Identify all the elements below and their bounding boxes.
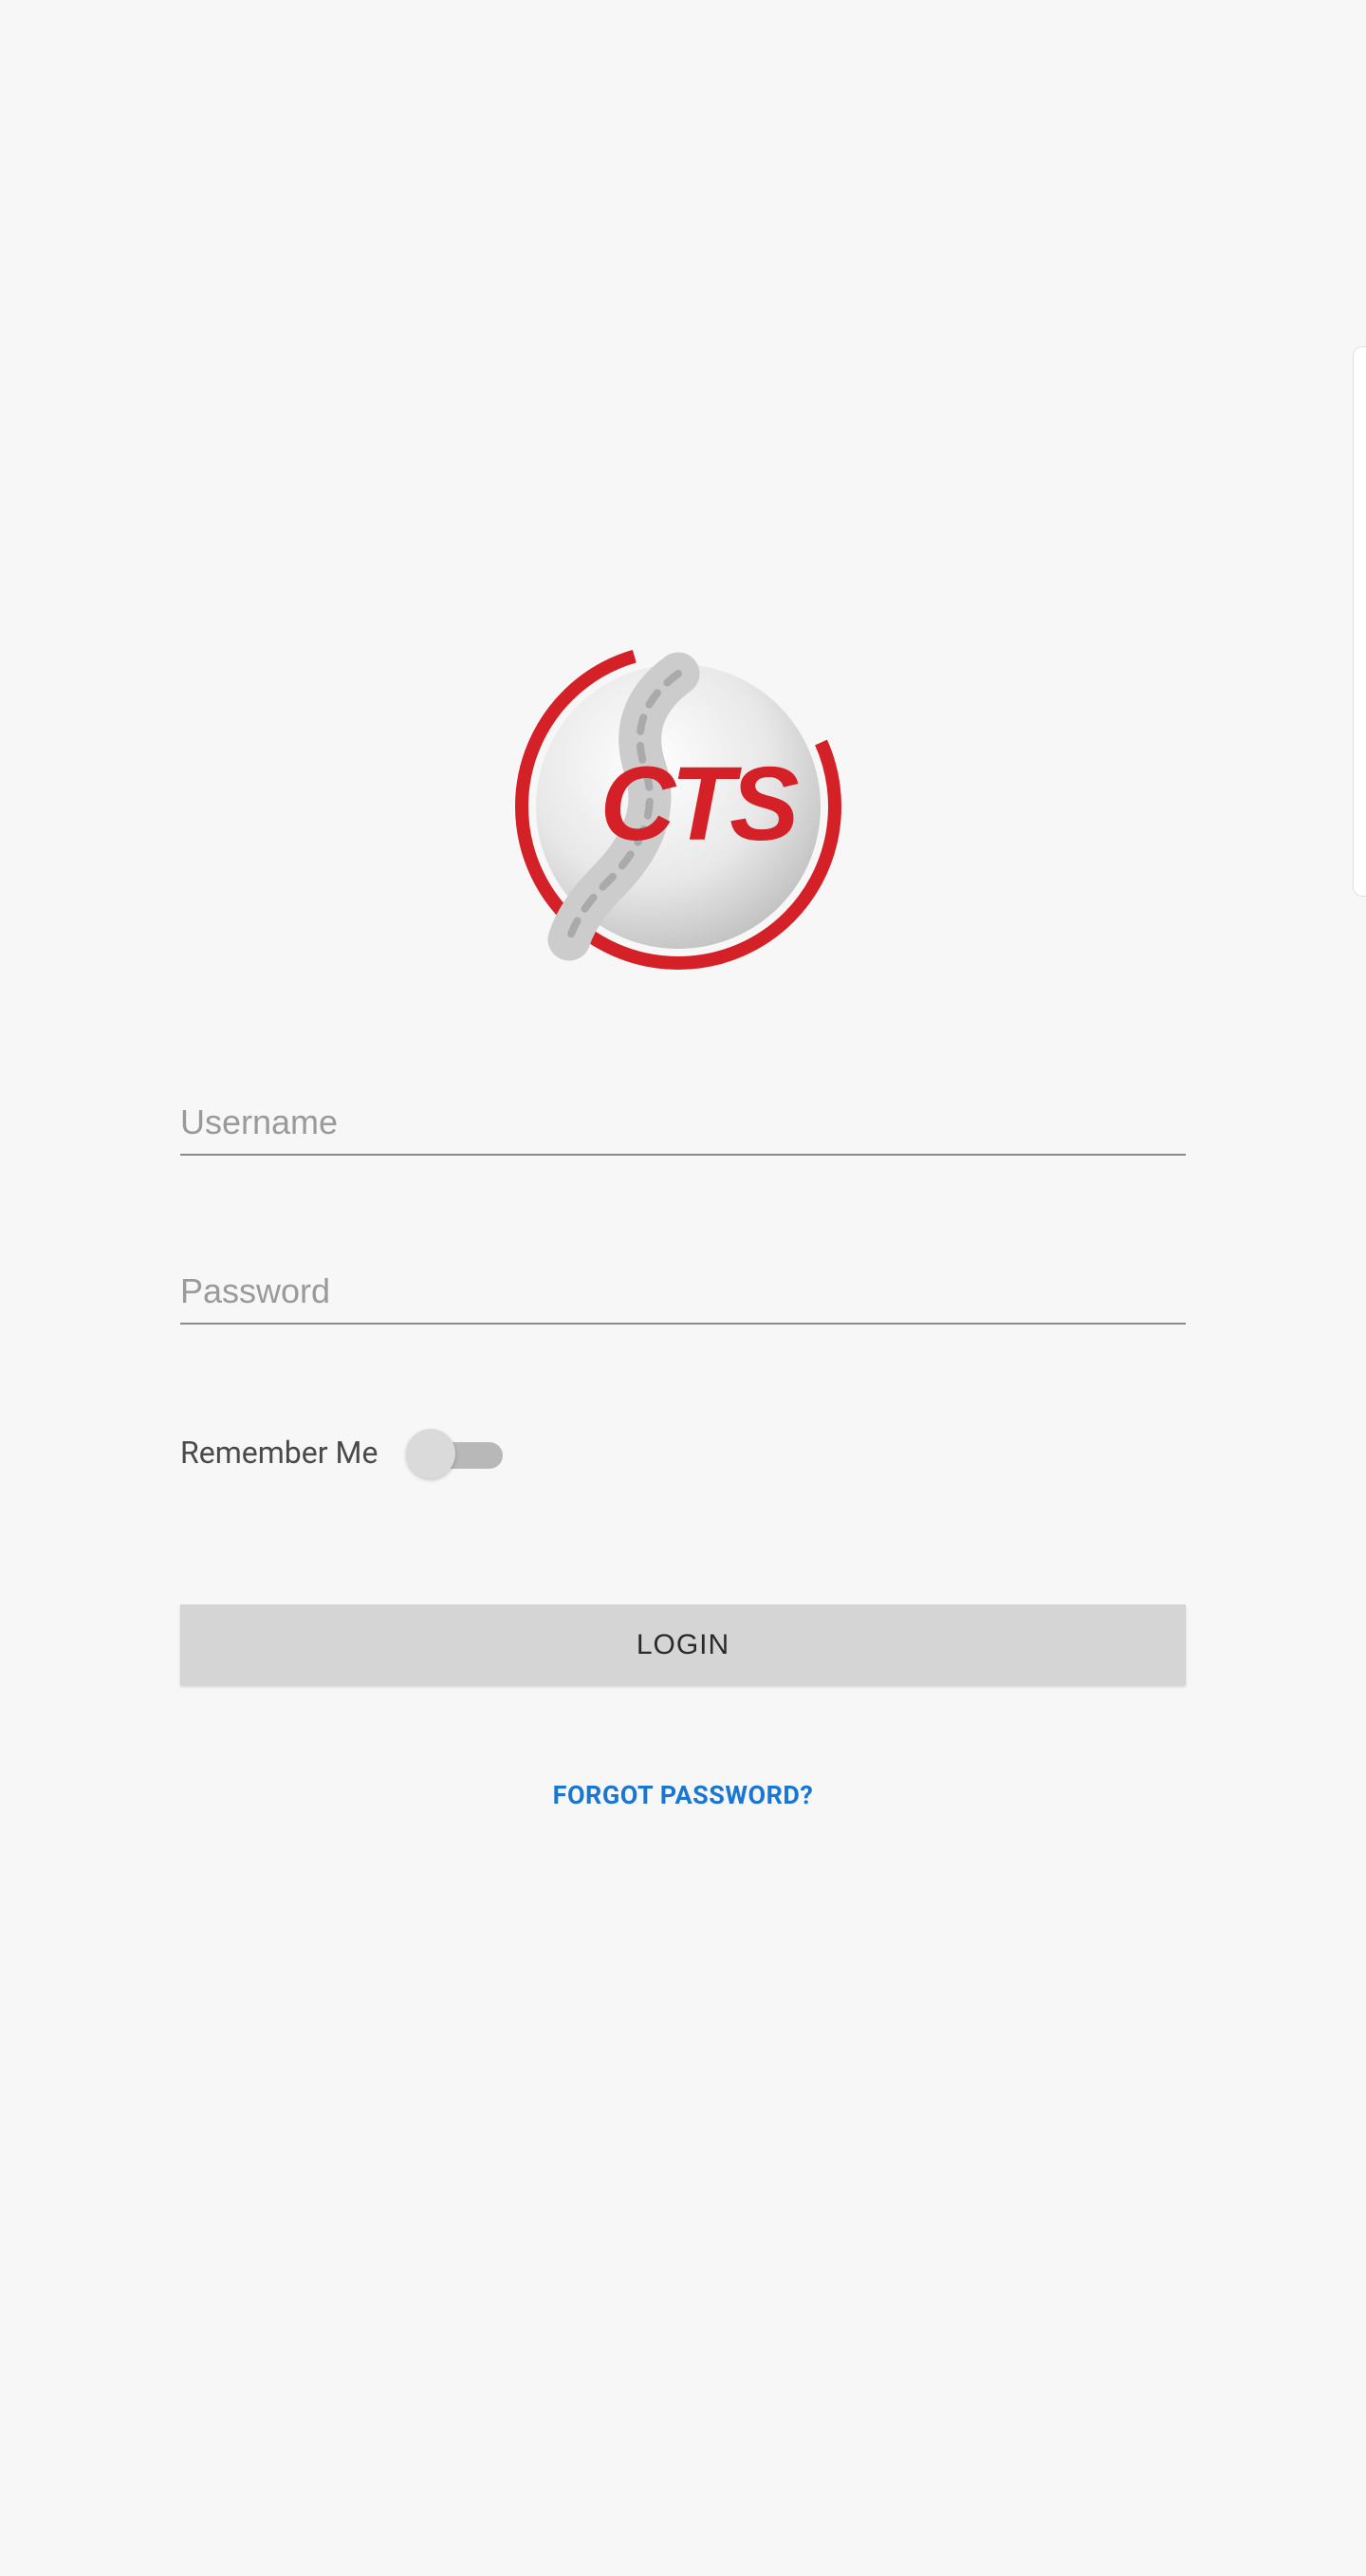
edge-tab[interactable] — [1353, 346, 1366, 897]
remember-me-row: Remember Me — [180, 1429, 1186, 1476]
svg-text:CTS: CTS — [600, 746, 800, 862]
cts-logo-icon: CTS — [493, 636, 873, 977]
toggle-thumb — [406, 1429, 455, 1478]
login-container: CTS Remember Me LOGIN FORGOT PASSWORD? — [0, 0, 1366, 1810]
logo-wrapper: CTS — [180, 636, 1186, 977]
username-input[interactable] — [180, 1091, 1186, 1156]
remember-me-toggle[interactable] — [406, 1429, 512, 1476]
remember-me-label: Remember Me — [180, 1435, 378, 1471]
password-input[interactable] — [180, 1260, 1186, 1325]
login-button[interactable]: LOGIN — [180, 1604, 1186, 1685]
forgot-password-link[interactable]: FORGOT PASSWORD? — [180, 1780, 1186, 1810]
